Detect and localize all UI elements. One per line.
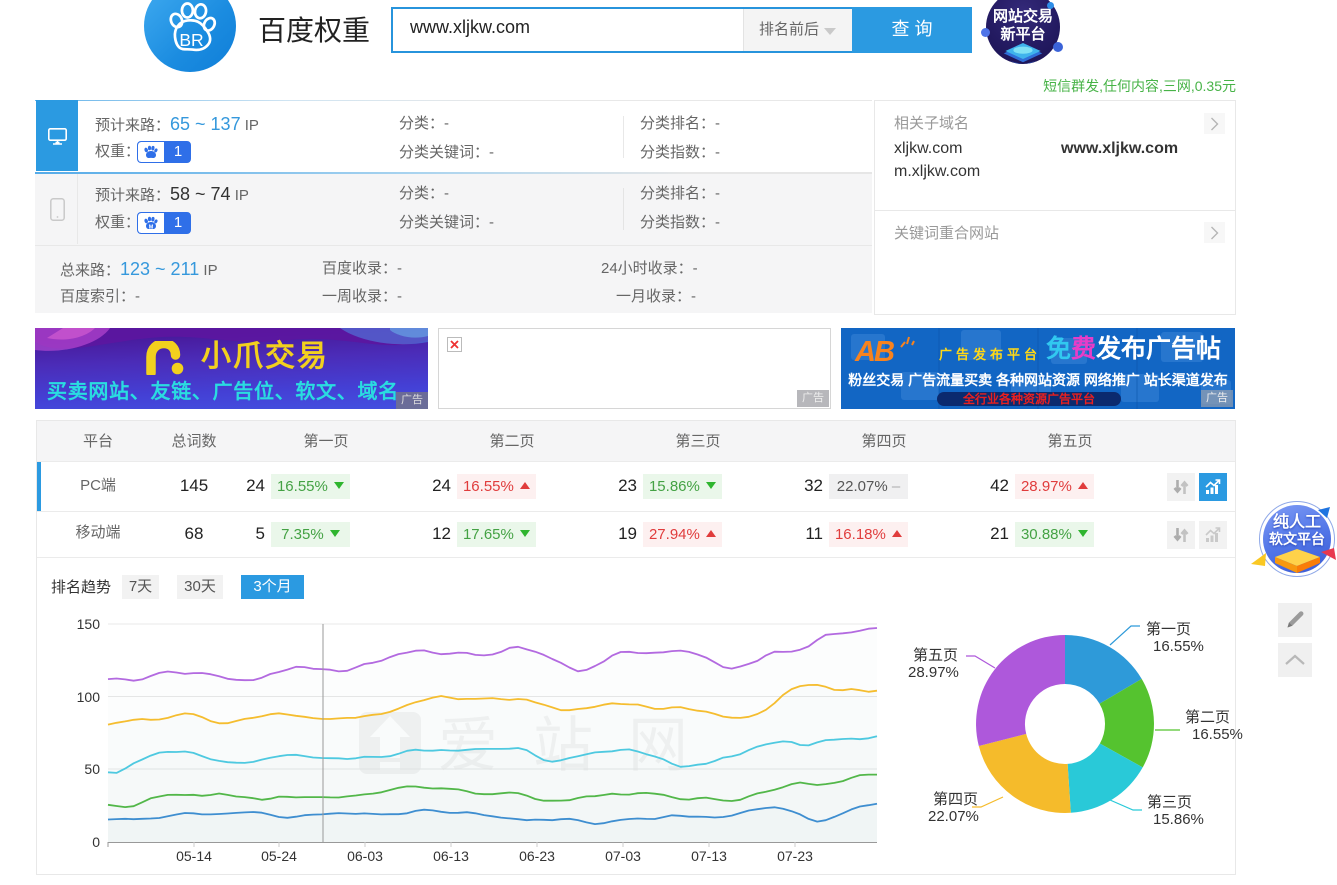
svg-text:BR: BR bbox=[179, 30, 203, 50]
svg-text:M: M bbox=[149, 225, 154, 231]
